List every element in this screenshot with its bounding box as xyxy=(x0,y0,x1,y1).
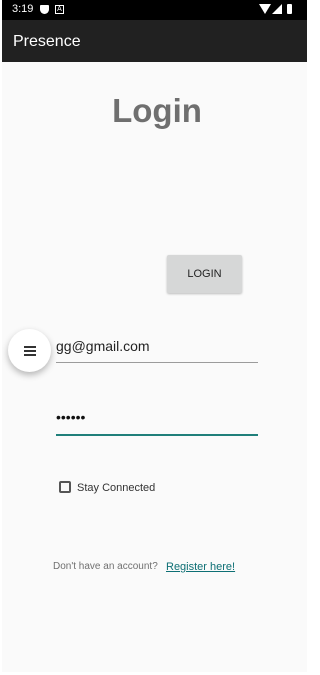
wifi-icon xyxy=(259,4,271,14)
register-link[interactable]: Register here! xyxy=(166,561,235,573)
battery-icon xyxy=(287,4,292,14)
status-time: 3:19 xyxy=(12,3,34,15)
shield-icon xyxy=(40,5,49,14)
app-bar: Presence xyxy=(2,20,307,62)
login-button[interactable]: LOGIN xyxy=(167,255,242,293)
menu-icon-line xyxy=(24,354,36,356)
stay-connected-label: Stay Connected xyxy=(77,482,156,494)
email-field[interactable]: gg@gmail.com xyxy=(56,336,258,363)
email-value: gg@gmail.com xyxy=(56,338,150,354)
menu-icon-line xyxy=(24,346,36,348)
status-bar: 3:19 A xyxy=(2,0,307,20)
mobile-screen: 3:19 A Presence Login LOGIN gg@gmail.com… xyxy=(2,0,307,672)
app-title: Presence xyxy=(13,33,81,50)
login-heading: Login xyxy=(112,92,202,129)
stay-connected-checkbox[interactable] xyxy=(59,481,71,493)
signal-icon xyxy=(272,4,282,14)
menu-button[interactable] xyxy=(8,329,51,372)
account-prompt: Don't have an account? xyxy=(53,561,158,572)
password-value: •••••• xyxy=(56,409,86,425)
a-icon: A xyxy=(55,5,64,14)
password-field[interactable]: •••••• xyxy=(56,406,258,436)
menu-icon-line xyxy=(24,350,36,352)
